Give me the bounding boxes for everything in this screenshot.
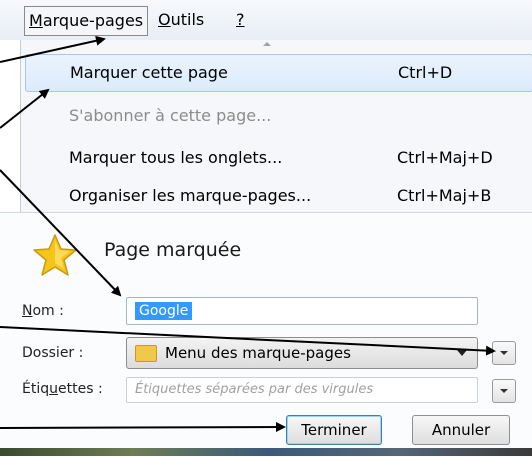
annotation-arrow — [0, 88, 50, 129]
annotation-arrows — [0, 35, 496, 433]
annotation-arrow — [0, 169, 122, 297]
annotation-arrow — [0, 326, 496, 356]
annotation-arrow — [0, 422, 286, 433]
annotation-arrow — [0, 35, 106, 63]
